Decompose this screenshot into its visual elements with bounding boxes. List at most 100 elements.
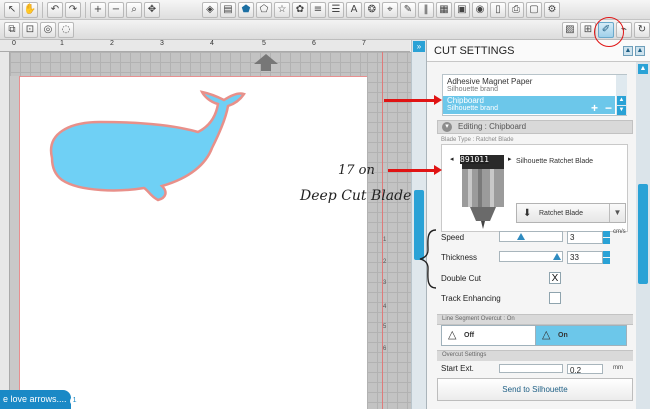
editing-header[interactable]: ▾ Editing : Chipboard xyxy=(437,120,633,134)
compound-icon[interactable]: ◎ xyxy=(40,22,56,38)
speed-stepper[interactable] xyxy=(603,231,610,244)
chevron-down-icon[interactable]: ▼ xyxy=(609,204,625,222)
annotation-line-2: Deep Cut Blade xyxy=(300,188,412,204)
panel-scroll-up-icon[interactable]: ▲ xyxy=(638,64,648,74)
spin-up-icon[interactable] xyxy=(603,231,610,237)
ruler-left-number: 5 xyxy=(383,324,387,330)
overcut-off-label: Off xyxy=(464,332,475,339)
undo-icon[interactable]: ↶ xyxy=(47,2,63,18)
settings-icon[interactable]: ⚙ xyxy=(544,2,560,18)
sheet-icon[interactable]: ▢ xyxy=(526,2,542,18)
send-icon[interactable]: ⎙ xyxy=(508,2,524,18)
canvas-scrollbar[interactable]: » xyxy=(411,40,426,409)
material-list-scrollbar[interactable]: ▲ ▼ xyxy=(616,75,627,115)
thickness-stepper[interactable] xyxy=(603,251,610,264)
collapse-chevron-icon[interactable]: ▾ xyxy=(442,122,452,132)
panel-up-icon[interactable]: ▲ xyxy=(623,46,633,56)
replicate-icon[interactable]: ◈ xyxy=(202,2,218,18)
add-material-button[interactable]: + xyxy=(591,101,598,115)
shape-icon[interactable]: ⬠ xyxy=(256,2,272,18)
refresh-icon[interactable]: ↻ xyxy=(634,22,650,38)
speed-slider[interactable] xyxy=(499,231,563,242)
panel-scrollbar-thumb[interactable] xyxy=(638,184,648,284)
offset-icon[interactable]: ▦ xyxy=(436,2,452,18)
hand-icon[interactable]: ✋ xyxy=(22,2,38,18)
editing-label: Editing : Chipboard xyxy=(458,122,527,131)
spin-up-icon[interactable] xyxy=(603,251,610,257)
speed-slider-knob[interactable] xyxy=(517,233,525,240)
material-item[interactable]: Adhesive Magnet Paper Silhouette brand xyxy=(443,77,615,95)
blade-type-label: Blade Type : Ratchet Blade xyxy=(441,137,514,143)
dial-left-arrow-icon[interactable]: ◂ xyxy=(450,155,454,163)
store-icon[interactable]: ◉ xyxy=(472,2,488,18)
blade-select[interactable]: ⬇ Ratchet Blade ▼ xyxy=(516,203,626,223)
triangle-icon: △ xyxy=(542,329,551,341)
double-cut-checkbox[interactable]: X xyxy=(549,272,561,284)
material-scroll-down-icon[interactable]: ▼ xyxy=(617,106,626,115)
panel-scrollbar[interactable]: ▲ xyxy=(636,62,650,409)
thickness-slider-knob[interactable] xyxy=(553,253,561,260)
main-toolbar: ↖ ✋ ↶ ↷ + − ⌕ ✥ ◈ ▤ ⬟ ⬠ ☆ ✿ ≡ ☰ A ❂ ⌖ ✎ … xyxy=(0,0,650,20)
zoom-in-icon[interactable]: + xyxy=(90,2,106,18)
lines-icon[interactable]: ≡ xyxy=(310,2,326,18)
fill-icon[interactable]: ▤ xyxy=(220,2,236,18)
barcode-icon[interactable]: ‖ xyxy=(418,2,434,18)
library-icon[interactable]: ▯ xyxy=(490,2,506,18)
status-tab-label: e love arrows.... xyxy=(3,394,67,404)
align-icon[interactable]: ☰ xyxy=(328,2,344,18)
release-icon[interactable]: ◌ xyxy=(58,22,74,38)
cursor-icon[interactable]: ↖ xyxy=(4,2,20,18)
dial-right-arrow-icon[interactable]: ▸ xyxy=(508,155,512,163)
zoom-out-icon[interactable]: − xyxy=(108,2,124,18)
line-segment-overcut-header: Line Segment Overcut : On xyxy=(437,314,633,325)
star-icon[interactable]: ☆ xyxy=(274,2,290,18)
toolbar-left-group: ↖ ✋ ↶ ↷ + − ⌕ ✥ xyxy=(4,2,160,18)
material-item-selected[interactable]: Chipboard Silhouette brand xyxy=(443,96,615,114)
knife-icon[interactable]: ⌖ xyxy=(382,2,398,18)
ruler-top: 0 1 2 3 4 5 6 7 xyxy=(0,40,410,52)
material-scroll-up-icon[interactable]: ▲ xyxy=(617,96,626,105)
zoom-select-icon[interactable]: ⌕ xyxy=(126,2,142,18)
panel-close-icon[interactable]: ▲ xyxy=(635,46,645,56)
spin-down-icon[interactable] xyxy=(603,238,610,244)
fit-icon[interactable]: ✥ xyxy=(144,2,160,18)
design-page-icon[interactable]: ▨ xyxy=(562,22,578,38)
blade-select-value: Ratchet Blade xyxy=(539,210,583,217)
track-enhancing-checkbox[interactable] xyxy=(549,292,561,304)
redo-icon[interactable]: ↷ xyxy=(65,2,81,18)
group-icon[interactable]: ⧉ xyxy=(4,22,20,38)
blade-name: Silhouette Ratchet Blade xyxy=(516,158,594,165)
layout-icon[interactable]: ▣ xyxy=(454,2,470,18)
annotation-brace-icon xyxy=(419,229,437,289)
status-tab[interactable]: e love arrows.... 1 xyxy=(0,390,80,409)
material-list: Adhesive Magnet Paper Silhouette brand C… xyxy=(442,74,627,116)
collapse-panel-icon[interactable]: » xyxy=(413,41,425,52)
blade-dial-value: 891011 xyxy=(460,155,489,164)
overcut-on-label: On xyxy=(558,332,568,339)
whale-shape[interactable] xyxy=(40,88,250,208)
trace-icon[interactable]: ❂ xyxy=(364,2,380,18)
thickness-input[interactable]: 33 xyxy=(567,251,603,264)
pentagon-icon[interactable]: ⬟ xyxy=(238,2,254,18)
ungroup-icon[interactable]: ⊡ xyxy=(22,22,38,38)
start-ext-slider[interactable] xyxy=(499,364,563,373)
remove-material-button[interactable]: − xyxy=(605,101,612,115)
spin-down-icon[interactable] xyxy=(603,258,610,264)
secondary-toolbar: ⧉ ⊡ ◎ ◌ ▨ ⊞ ✐ ⌁ ↻ xyxy=(0,20,650,40)
cutting-mat-grid-top xyxy=(10,52,411,76)
ruler-left-number: 6 xyxy=(383,346,387,352)
text-icon[interactable]: A xyxy=(346,2,362,18)
line-segment-overcut-label: Line Segment Overcut : On xyxy=(442,316,515,322)
start-ext-input[interactable]: 0.2 xyxy=(567,364,603,375)
panel-title: CUT SETTINGS xyxy=(434,45,515,57)
send-to-silhouette-button[interactable]: Send to Silhouette xyxy=(437,378,633,401)
overcut-off-button[interactable]: △ Off xyxy=(441,325,536,346)
thickness-slider[interactable] xyxy=(499,251,563,262)
speed-input[interactable]: 3 xyxy=(567,231,603,244)
blade-type-icon: ⬇ xyxy=(523,208,532,219)
flower-icon[interactable]: ✿ xyxy=(292,2,308,18)
start-ext-unit: mm xyxy=(613,365,623,371)
cut-border-line xyxy=(382,52,383,409)
edit-icon[interactable]: ✎ xyxy=(400,2,416,18)
overcut-on-button[interactable]: △ On xyxy=(535,325,627,346)
